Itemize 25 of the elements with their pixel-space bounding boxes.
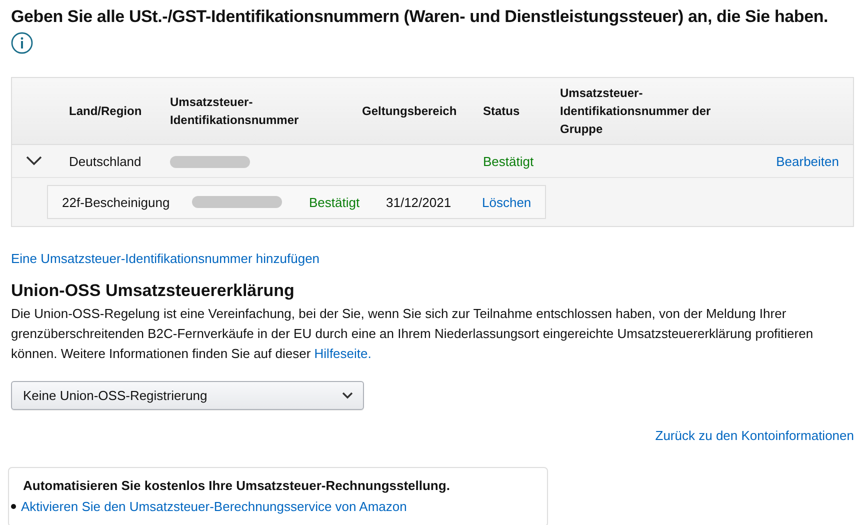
card-heading: Automatisieren Sie kostenlos Ihre Umsatzsteuer-Rechnungsstellung. xyxy=(23,478,451,493)
delete-link[interactable]: Löschen xyxy=(482,194,532,210)
column-header: Umsatzsteuer-Identifikationsnummer der Gruppe xyxy=(560,85,712,138)
page-title: Geben Sie alle USt.-/GST-Identifikationsnummern (Waren- und Dienstleistungssteuer) an, die Sie haben. xyxy=(11,6,828,28)
edit-link[interactable]: Bearbeiten xyxy=(776,154,839,168)
back-link[interactable]: Zurück zu den Kontoinformationen xyxy=(655,428,854,443)
table-cell: Deutschland xyxy=(69,154,142,168)
table-cell-text: 31/12/2021 xyxy=(386,194,452,210)
caret-icon xyxy=(342,392,353,399)
column-header: Geltungsbereich xyxy=(362,103,458,120)
bullet-icon xyxy=(11,504,16,509)
status-text: Bestätigt xyxy=(309,194,361,210)
oss-dropdown[interactable]: Keine Union-OSS-Registrierung xyxy=(11,381,364,410)
description-text: Die Union-OSS-Regelung ist eine Vereinfachung, bei der Sie, wenn Sie sich zur Teilnahme entschlossen haben, von der Meldung Ihrer grenzüberschreitenden B2C-Fernverkäufe in der EU durch eine an Ihrem Niederlassungsort eingereichte Umsatzsteuererklärung profitieren können. Weitere Informationen finden Sie auf dieser Hilfeseite. xyxy=(11,305,814,363)
column-header: Umsatzsteuer-Identifikationsnummer xyxy=(170,94,300,129)
help-link[interactable]: Hilfeseite. xyxy=(314,346,372,361)
chevron-icon[interactable] xyxy=(26,156,42,166)
status-text: Bestätigt xyxy=(483,154,534,168)
add-link[interactable]: Eine Umsatzsteuer-Identifikationsnummer hinzufügen xyxy=(11,251,320,266)
table-cell-text: 22f-Bescheinigung xyxy=(62,194,171,210)
activate-link[interactable]: Aktivieren Sie den Umsatzsteuer-Berechnungsservice von Amazon xyxy=(21,499,407,514)
section-heading: Union-OSS Umsatzsteuererklärung xyxy=(11,281,296,301)
column-header: Status xyxy=(483,103,521,120)
info-icon[interactable] xyxy=(11,32,33,54)
column-header: Land/Region xyxy=(69,103,143,120)
